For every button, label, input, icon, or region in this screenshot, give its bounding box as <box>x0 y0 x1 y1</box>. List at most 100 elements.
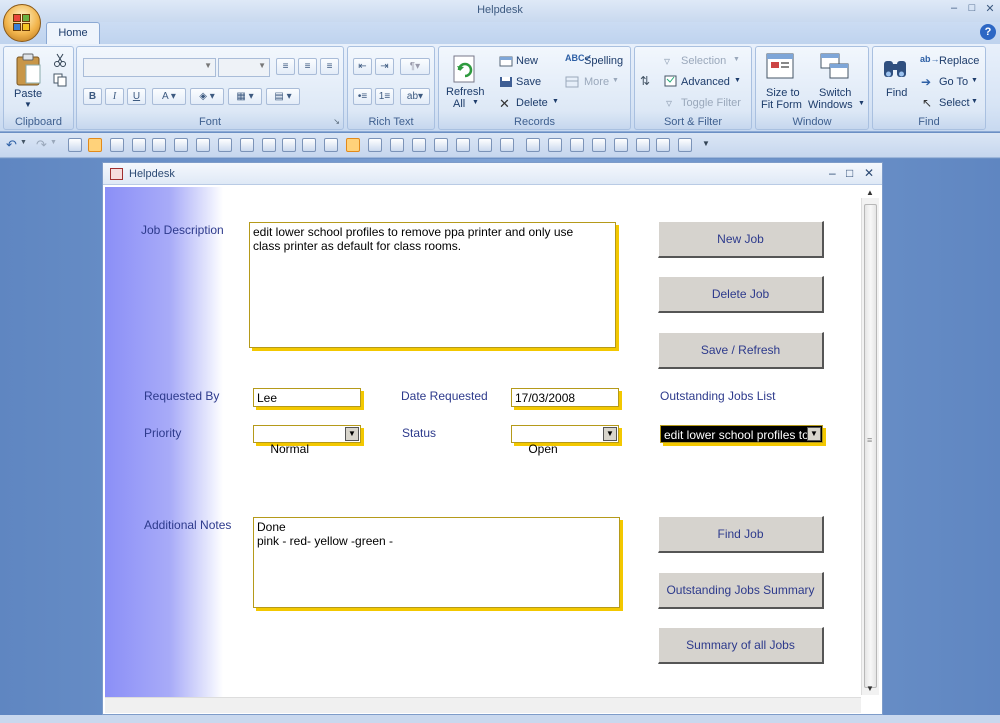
refresh-all-button[interactable]: All <box>453 98 465 110</box>
delete-button[interactable]: Delete <box>516 97 548 109</box>
go-to-icon[interactable]: ➔ <box>921 75 931 89</box>
toolbar-tool-icon[interactable] <box>548 138 562 152</box>
save-refresh-button[interactable]: Save / Refresh <box>658 332 824 369</box>
cut-icon[interactable] <box>53 53 67 67</box>
font-dialog-launcher-icon[interactable]: ↘ <box>333 117 340 126</box>
gridlines-icon[interactable]: ▦ ▾ <box>228 88 262 105</box>
priority-dropdown-icon[interactable]: ▼ <box>345 427 359 441</box>
bullets-icon[interactable]: •≡ <box>353 88 372 105</box>
numbering-icon[interactable]: 1≡ <box>375 88 394 105</box>
toolbar-tool-icon[interactable] <box>570 138 584 152</box>
select-button[interactable]: Select <box>939 97 970 109</box>
delete-icon[interactable]: ✕ <box>499 96 510 112</box>
refresh-button[interactable]: Refresh <box>446 86 485 98</box>
highlight-icon[interactable]: ab▾ <box>400 88 430 105</box>
fill-color-icon[interactable]: ◈ ▾ <box>190 88 224 105</box>
toolbar-tool-icon[interactable] <box>412 138 426 152</box>
scroll-up-icon[interactable]: ▲ <box>866 188 874 197</box>
toolbar-tool-icon[interactable] <box>196 138 210 152</box>
undo-icon[interactable]: ↶ <box>6 137 17 153</box>
switch-windows-icon[interactable] <box>820 53 850 81</box>
toolbar-tool-icon[interactable] <box>346 138 360 152</box>
toolbar-tool-icon[interactable] <box>592 138 606 152</box>
copy-icon[interactable] <box>53 73 67 87</box>
customize-toolbar-icon[interactable]: ▼ <box>702 139 710 148</box>
toolbar-tool-icon[interactable] <box>324 138 338 152</box>
decrease-indent-icon[interactable]: ⇤ <box>353 58 372 75</box>
toolbar-tool-icon[interactable] <box>68 138 82 152</box>
align-center-icon[interactable]: ≡ <box>298 58 317 75</box>
paste-button[interactable]: Paste <box>14 88 42 100</box>
new-record-icon[interactable] <box>499 55 513 67</box>
new-job-button[interactable]: New Job <box>658 221 824 258</box>
toolbar-tool-icon[interactable] <box>614 138 628 152</box>
toolbar-tool-icon[interactable] <box>456 138 470 152</box>
go-to-button[interactable]: Go To <box>939 76 968 88</box>
font-name-select[interactable]: ▼ <box>83 58 216 77</box>
increase-indent-icon[interactable]: ⇥ <box>375 58 394 75</box>
toolbar-tool-icon[interactable] <box>262 138 276 152</box>
toolbar-tool-icon[interactable] <box>282 138 296 152</box>
toolbar-tool-icon[interactable] <box>636 138 650 152</box>
form-maximize-icon[interactable]: □ <box>846 166 853 180</box>
save-button[interactable]: Save <box>516 76 541 88</box>
more-button[interactable]: More <box>584 76 609 88</box>
refresh-all-icon[interactable] <box>452 54 478 84</box>
toolbar-tool-icon[interactable] <box>368 138 382 152</box>
find-button[interactable]: Find <box>886 87 907 99</box>
redo-dropdown-icon[interactable]: ▼ <box>50 139 57 146</box>
scroll-down-icon[interactable]: ▼ <box>866 684 874 693</box>
delete-job-button[interactable]: Delete Job <box>658 276 824 313</box>
job-description-field[interactable]: edit lower school profiles to remove ppa… <box>249 222 616 348</box>
bold-icon[interactable]: B <box>83 88 102 105</box>
toolbar-tool-icon[interactable] <box>152 138 166 152</box>
outstanding-jobs-dropdown-icon[interactable]: ▼ <box>807 427 821 441</box>
replace-button[interactable]: Replace <box>939 55 979 67</box>
fit-form-button[interactable]: Fit Form <box>761 99 802 111</box>
toolbar-tool-icon[interactable] <box>174 138 188 152</box>
toolbar-tool-icon[interactable] <box>478 138 492 152</box>
toolbar-tool-icon[interactable] <box>218 138 232 152</box>
binoculars-icon[interactable] <box>882 55 908 79</box>
find-job-button[interactable]: Find Job <box>658 516 824 553</box>
advanced-button[interactable]: Advanced <box>681 76 730 88</box>
office-button[interactable] <box>3 4 41 42</box>
priority-select[interactable]: Normal ▼ <box>253 425 361 456</box>
align-left-icon[interactable]: ≡ <box>276 58 295 75</box>
undo-dropdown-icon[interactable]: ▼ <box>20 139 27 146</box>
spelling-button[interactable]: Spelling <box>584 55 623 67</box>
toolbar-tool-icon[interactable] <box>434 138 448 152</box>
align-right-icon[interactable]: ≡ <box>320 58 339 75</box>
outstanding-jobs-summary-button[interactable]: Outstanding Jobs Summary <box>658 572 824 609</box>
selection-filter-icon[interactable]: ▿ <box>664 54 670 68</box>
scroll-thumb[interactable]: ≡ <box>864 204 877 688</box>
toggle-filter-icon[interactable]: ▿ <box>666 96 672 110</box>
outstanding-jobs-select[interactable]: edit lower school profiles to ▼ <box>660 425 823 443</box>
toolbar-tool-icon[interactable] <box>500 138 514 152</box>
horizontal-scrollbar[interactable] <box>105 697 861 713</box>
date-requested-field[interactable]: 17/03/2008 <box>511 388 619 407</box>
form-view-icon[interactable] <box>88 138 102 152</box>
toggle-filter-button[interactable]: Toggle Filter <box>681 97 741 109</box>
requested-by-field[interactable]: Lee <box>253 388 361 407</box>
more-icon[interactable] <box>565 76 579 88</box>
paste-dropdown-icon[interactable]: ▼ <box>24 100 32 109</box>
tab-home[interactable]: Home <box>46 22 100 44</box>
advanced-filter-icon[interactable] <box>664 75 677 87</box>
additional-notes-field[interactable]: Done pink - red- yellow -green - <box>253 517 620 608</box>
minimize-icon[interactable]: – <box>946 2 962 14</box>
toolbar-tool-icon[interactable] <box>390 138 404 152</box>
status-select[interactable]: Open ▼ <box>511 425 619 456</box>
windows-button[interactable]: Windows <box>808 99 853 111</box>
sort-icon[interactable]: ⇅ <box>640 74 650 88</box>
italic-icon[interactable]: I <box>105 88 124 105</box>
summary-all-jobs-button[interactable]: Summary of all Jobs <box>658 627 824 664</box>
alternate-fill-icon[interactable]: ▤ ▾ <box>266 88 300 105</box>
paragraph-direction-icon[interactable]: ¶▾ <box>400 58 430 75</box>
vertical-scrollbar[interactable]: ▲ ≡ ▼ <box>861 188 879 695</box>
size-to-fit-icon[interactable] <box>766 53 794 81</box>
toolbar-tool-icon[interactable] <box>302 138 316 152</box>
save-icon[interactable] <box>499 76 513 88</box>
switch-button[interactable]: Switch <box>819 87 851 99</box>
toolbar-tool-icon[interactable] <box>656 138 670 152</box>
